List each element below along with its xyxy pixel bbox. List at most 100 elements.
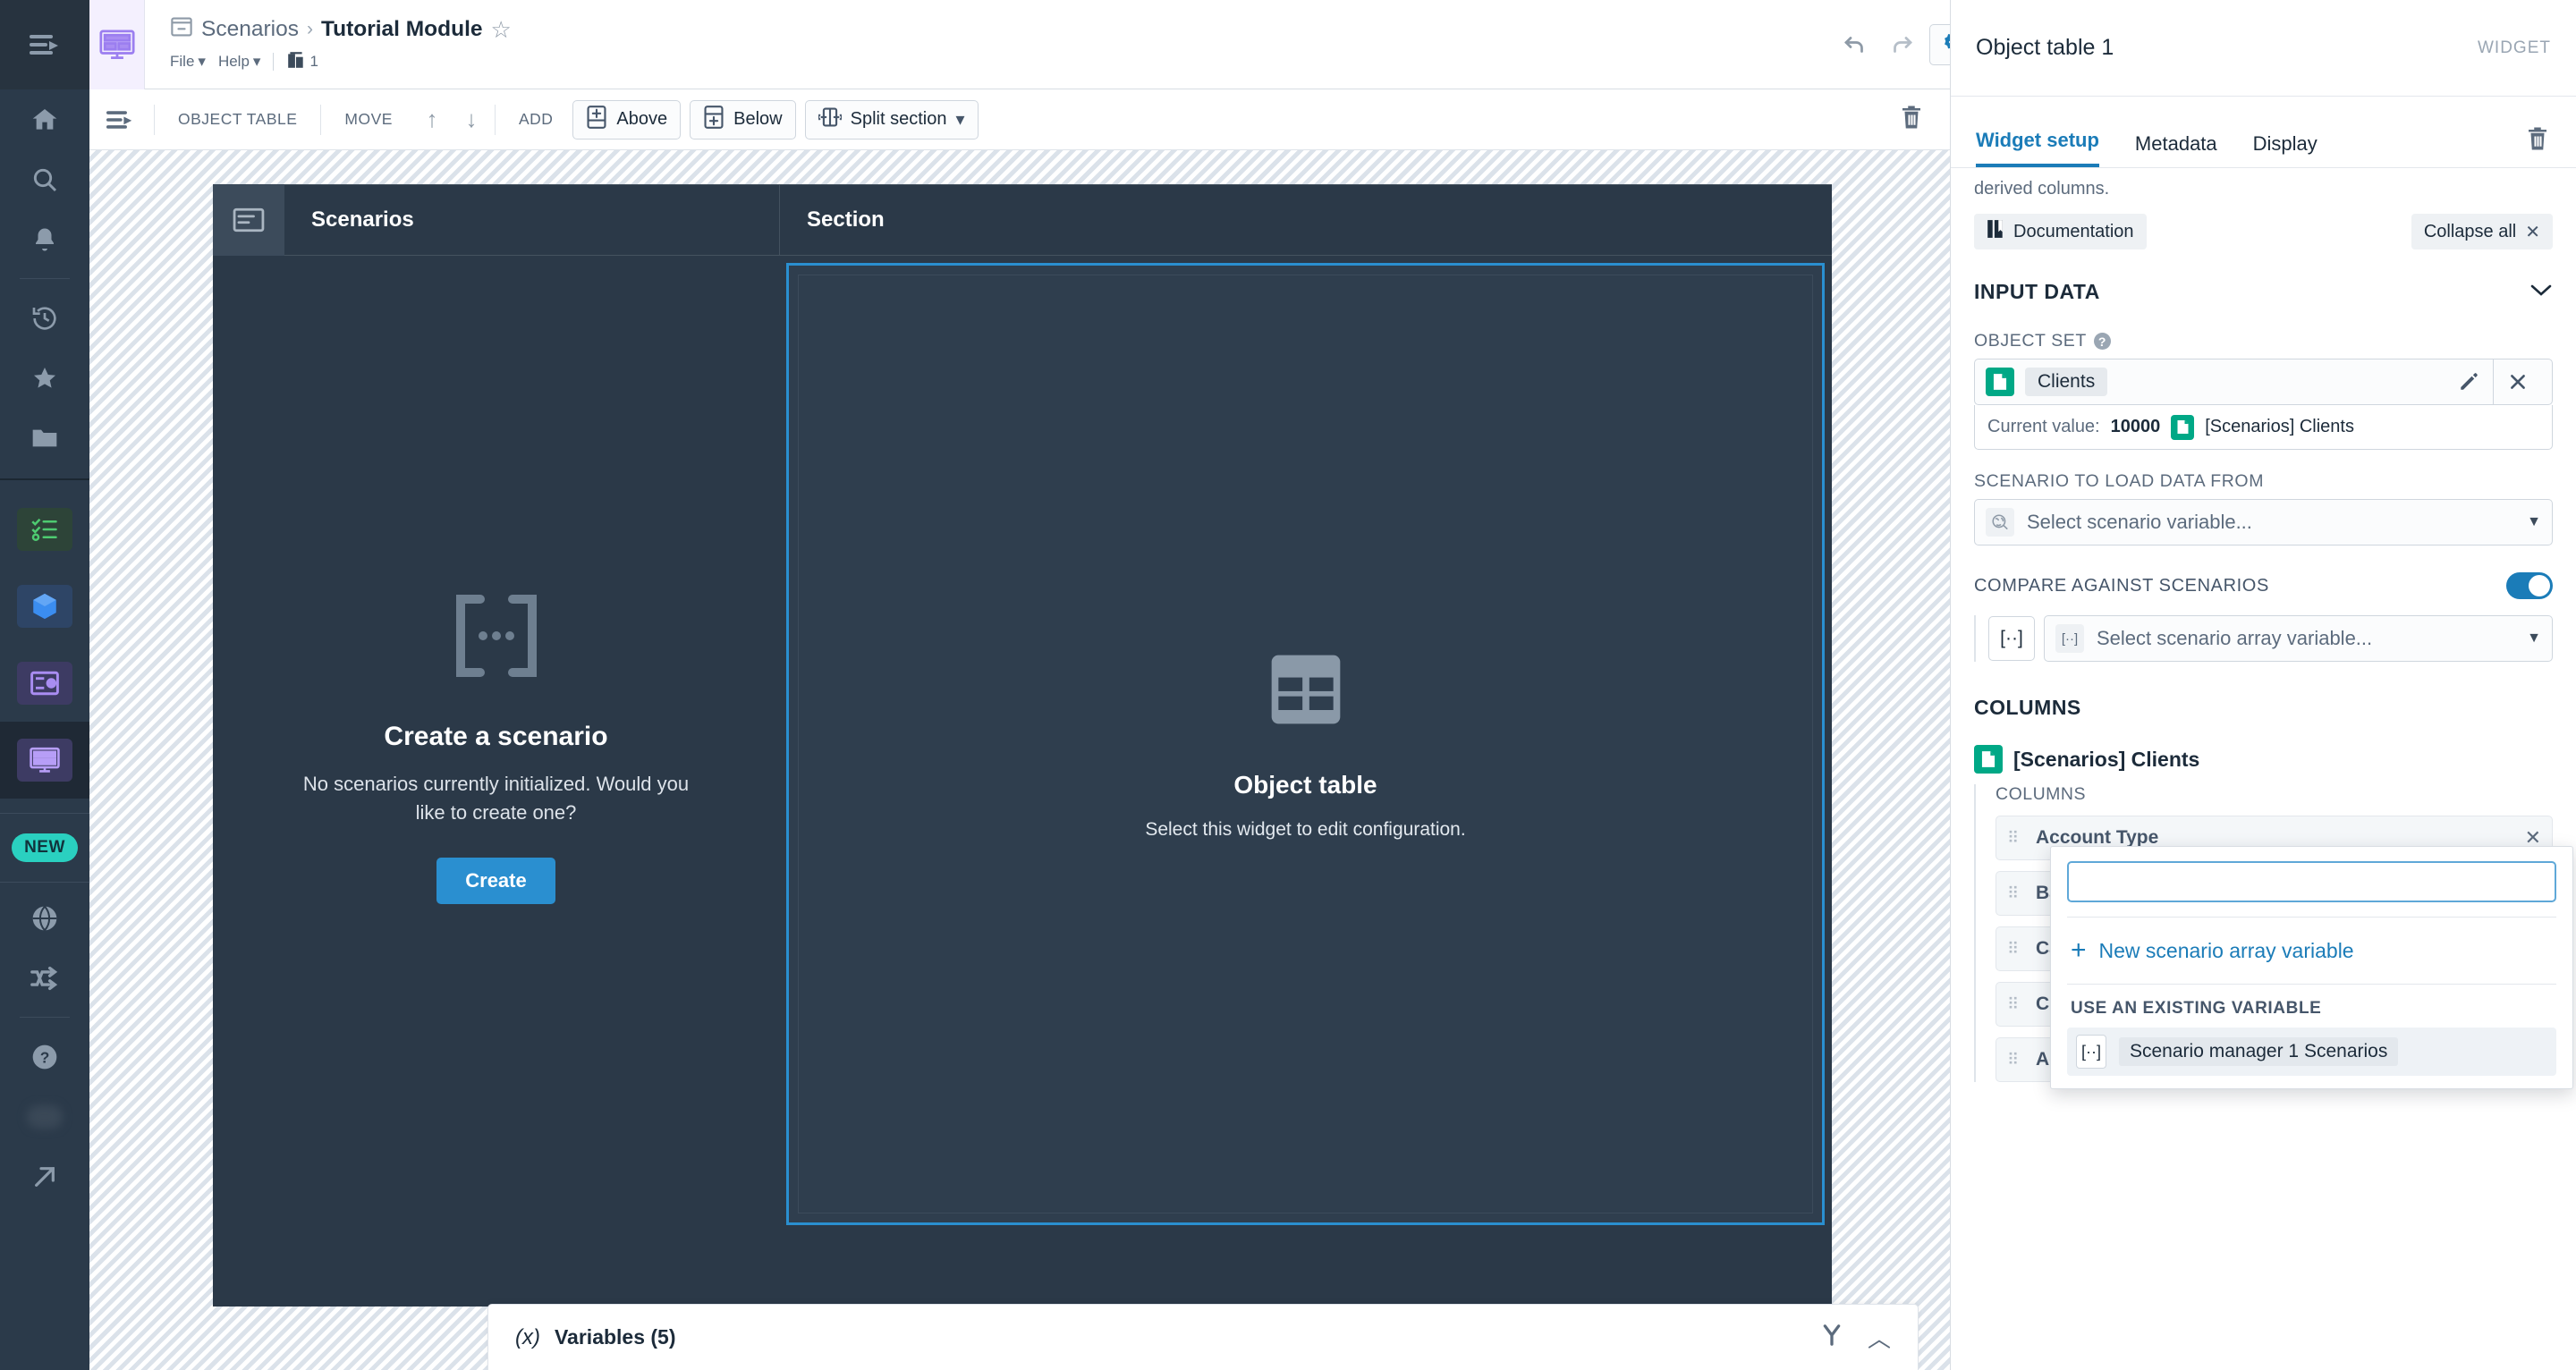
avatar[interactable]: [0, 1087, 89, 1146]
scenario-array-row: [··] [··] Select scenario array variable…: [1974, 615, 2553, 662]
column-header-scenarios: Scenarios: [284, 184, 779, 256]
redo-icon[interactable]: [1883, 26, 1920, 63]
toolbar-collapse-icon[interactable]: [89, 109, 150, 131]
tab-metadata[interactable]: Metadata: [2135, 132, 2217, 167]
plus-icon: +: [2071, 935, 2087, 965]
delete-widget-icon[interactable]: [1898, 104, 1925, 135]
right-panel-title: Object table 1: [1976, 35, 2114, 60]
breadcrumb-root[interactable]: Scenarios: [201, 17, 299, 42]
object-set-field[interactable]: Clients: [1974, 359, 2553, 405]
add-above-label: Above: [616, 109, 668, 129]
drag-handle-icon[interactable]: ⠿: [2007, 941, 2023, 957]
org-indicator[interactable]: 1: [286, 50, 318, 74]
chevron-down-icon[interactable]: [2529, 283, 2553, 301]
board-header-icon[interactable]: [213, 184, 284, 256]
search-icon[interactable]: [0, 149, 89, 209]
drag-handle-icon[interactable]: ⠿: [2007, 885, 2023, 901]
object-icon: [1986, 368, 2014, 396]
scenario-variable-select[interactable]: Select scenario variable... ▼: [1974, 499, 2553, 545]
history-icon[interactable]: [0, 288, 89, 348]
external-link-icon[interactable]: [0, 1146, 89, 1206]
layout-icon[interactable]: [17, 662, 72, 705]
favorite-star-icon[interactable]: ☆: [491, 16, 512, 44]
object-set-value: Clients: [2025, 368, 2108, 396]
folder-icon[interactable]: [0, 408, 89, 468]
create-scenario-button[interactable]: Create: [436, 857, 555, 904]
move-down-icon[interactable]: ↓: [452, 106, 491, 133]
variables-label: Variables (5): [554, 1325, 676, 1349]
star-icon[interactable]: [0, 348, 89, 408]
branch-icon[interactable]: [1819, 1323, 1844, 1352]
dropdown-search-input[interactable]: [2067, 861, 2556, 902]
widget-kind-label: OBJECT TABLE: [178, 110, 298, 128]
cube-icon[interactable]: [17, 585, 72, 628]
breadcrumb: Scenarios › Tutorial Module ☆ File ▾ Hel…: [145, 15, 512, 74]
menu-file[interactable]: File ▾: [170, 53, 206, 71]
sidebar-item-tasks[interactable]: [0, 491, 89, 568]
module-board: Scenarios Section Create a scenario No s…: [213, 184, 1832, 1307]
widget-toolbar: OBJECT TABLE MOVE ↑ ↓ ADD Above Below Sp…: [89, 89, 1950, 150]
brackets-icon: [443, 587, 550, 689]
module-icon: [170, 15, 193, 45]
help-icon[interactable]: ?: [0, 1027, 89, 1087]
sidebar-item-module[interactable]: [0, 722, 89, 799]
derived-columns-note: derived columns.: [1974, 179, 2110, 199]
object-table-widget[interactable]: Object table Select this widget to edit …: [786, 263, 1825, 1225]
edit-icon[interactable]: [2445, 371, 2493, 393]
chevron-down-icon: ▼: [2527, 630, 2541, 646]
drag-handle-icon[interactable]: ⠿: [2007, 830, 2023, 846]
board-header: Scenarios Section: [213, 184, 1832, 256]
compare-toggle[interactable]: [2506, 572, 2553, 599]
drag-handle-icon[interactable]: ⠿: [2007, 996, 2023, 1012]
move-up-icon[interactable]: ↑: [412, 106, 452, 133]
split-section-label: Split section: [850, 109, 947, 129]
chevron-up-icon[interactable]: ︿: [1868, 1321, 1891, 1354]
collapse-all-button[interactable]: Collapse all ✕: [2411, 214, 2553, 249]
scenario-array-variable-dropdown: + New scenario array variable USE AN EXI…: [2050, 846, 2573, 1089]
variables-bar[interactable]: (x) Variables (5) ︿: [487, 1304, 1919, 1370]
add-above-button[interactable]: Above: [572, 99, 682, 140]
scenario-array-variable-select[interactable]: [··] Select scenario array variable... ▼: [2044, 615, 2553, 662]
delete-panel-icon[interactable]: [2524, 125, 2551, 156]
sidebar-item-workshop[interactable]: [0, 645, 89, 722]
new-badge[interactable]: NEW: [12, 833, 78, 862]
bell-icon[interactable]: [0, 209, 89, 269]
clear-object-set-icon[interactable]: [2493, 359, 2541, 404]
current-value-count: 10000: [2110, 417, 2161, 436]
empty-state-title: Create a scenario: [384, 722, 608, 752]
tab-widget-setup[interactable]: Widget setup: [1976, 129, 2099, 167]
chevron-down-icon: ▾: [198, 53, 206, 70]
chevron-down-icon: ▼: [2527, 514, 2541, 529]
scenario-icon: [1986, 508, 2014, 537]
object-set-label-row: OBJECT SET ?: [1974, 331, 2553, 351]
empty-state-subtitle: No scenarios currently initialized. Woul…: [302, 773, 690, 824]
new-option-label: New scenario array variable: [2098, 938, 2354, 962]
input-data-section-header[interactable]: INPUT DATA: [1974, 280, 2553, 309]
home-icon[interactable]: [0, 89, 89, 149]
tab-display[interactable]: Display: [2253, 132, 2318, 167]
checklist-icon[interactable]: [17, 508, 72, 551]
menu-file-label: File: [170, 53, 195, 70]
globe-icon[interactable]: [0, 888, 89, 948]
section-pane: Object table Select this widget to edit …: [779, 256, 1832, 1235]
chevron-down-icon: ▾: [252, 53, 261, 70]
undo-icon[interactable]: [1836, 26, 1874, 63]
widget-title: Object table: [1233, 770, 1377, 799]
collapse-all-label: Collapse all: [2423, 221, 2517, 241]
sidebar-collapse-icon[interactable]: [0, 0, 89, 89]
help-icon[interactable]: ?: [2093, 333, 2111, 350]
split-section-button[interactable]: Split section ▾: [804, 99, 979, 140]
add-below-button[interactable]: Below: [690, 99, 796, 140]
compare-against-scenarios-row: COMPARE AGAINST SCENARIOS: [1974, 572, 2553, 599]
move-label: MOVE: [344, 110, 393, 128]
divider: [494, 104, 496, 135]
rail-divider-5: [20, 1017, 70, 1018]
sidebar-item-ontology[interactable]: [0, 568, 89, 645]
new-scenario-array-variable-option[interactable]: + New scenario array variable: [2067, 932, 2556, 969]
drag-handle-icon[interactable]: ⠿: [2007, 1052, 2023, 1068]
shuffle-icon[interactable]: [0, 948, 89, 1008]
monitor-icon[interactable]: [17, 739, 72, 782]
menu-help[interactable]: Help ▾: [218, 53, 261, 71]
dropdown-option-scenario-manager[interactable]: [··] Scenario manager 1 Scenarios: [2067, 1028, 2556, 1076]
documentation-button[interactable]: Documentation: [1974, 214, 2147, 249]
